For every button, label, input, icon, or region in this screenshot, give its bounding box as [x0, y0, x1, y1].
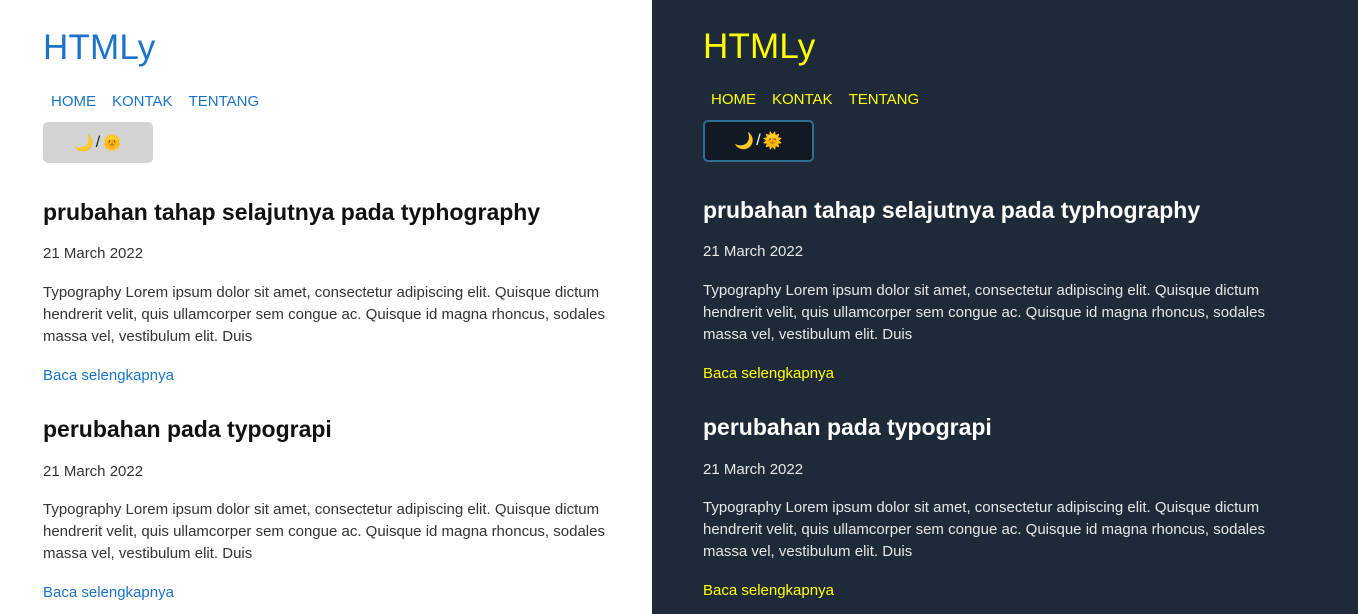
read-more-link[interactable]: Baca selengkapnya — [703, 582, 834, 600]
post-date: 21 March 2022 — [43, 245, 144, 262]
main-nav: HOME KONTAK TENTANG — [711, 91, 919, 109]
sun-icon: 🌞 — [762, 133, 783, 150]
post-date: 21 March 2022 — [703, 243, 804, 260]
site-title-link[interactable]: HTMLy — [703, 27, 815, 67]
light-theme-pane: HTMLy HOME KONTAK TENTANG 🌙 / 🌞 prubahan… — [0, 0, 652, 614]
post-date: 21 March 2022 — [703, 461, 804, 478]
sun-icon: 🌞 — [102, 134, 123, 152]
nav-home[interactable]: HOME — [711, 91, 756, 109]
toggle-separator: / — [756, 132, 761, 149]
post-excerpt: Typography Lorem ipsum dolor sit amet, c… — [703, 282, 1265, 343]
dark-theme-pane: HTMLy HOME KONTAK TENTANG 🌙 / 🌞 prubahan… — [652, 0, 1358, 614]
theme-toggle-button[interactable]: 🌙 / 🌞 — [703, 120, 814, 162]
main-nav: HOME KONTAK TENTANG — [51, 93, 259, 111]
nav-kontak[interactable]: KONTAK — [772, 91, 833, 109]
post-excerpt: Typography Lorem ipsum dolor sit amet, c… — [43, 284, 605, 345]
post-excerpt: Typography Lorem ipsum dolor sit amet, c… — [43, 501, 605, 562]
toggle-separator: / — [95, 133, 101, 151]
theme-comparison: HTMLy HOME KONTAK TENTANG 🌙 / 🌞 prubahan… — [0, 0, 1358, 614]
read-more-link[interactable]: Baca selengkapnya — [43, 367, 174, 385]
site-title-link[interactable]: HTMLy — [43, 28, 155, 68]
moon-icon: 🌙 — [734, 133, 755, 150]
post-title[interactable]: prubahan tahap selajutnya pada typhograp… — [703, 196, 1200, 224]
theme-toggle-button[interactable]: 🌙 / 🌞 — [43, 122, 153, 163]
nav-home[interactable]: HOME — [51, 93, 96, 111]
post-date: 21 March 2022 — [43, 463, 144, 480]
nav-tentang[interactable]: TENTANG — [189, 93, 260, 111]
post-title[interactable]: perubahan pada typograpi — [43, 415, 332, 443]
read-more-link[interactable]: Baca selengkapnya — [703, 365, 834, 383]
nav-tentang[interactable]: TENTANG — [849, 91, 920, 109]
moon-icon: 🌙 — [73, 134, 94, 152]
post-title[interactable]: perubahan pada typograpi — [703, 413, 992, 441]
nav-kontak[interactable]: KONTAK — [112, 93, 173, 111]
post-title[interactable]: prubahan tahap selajutnya pada typhograp… — [43, 198, 540, 226]
read-more-link[interactable]: Baca selengkapnya — [43, 584, 174, 602]
post-excerpt: Typography Lorem ipsum dolor sit amet, c… — [703, 499, 1265, 560]
